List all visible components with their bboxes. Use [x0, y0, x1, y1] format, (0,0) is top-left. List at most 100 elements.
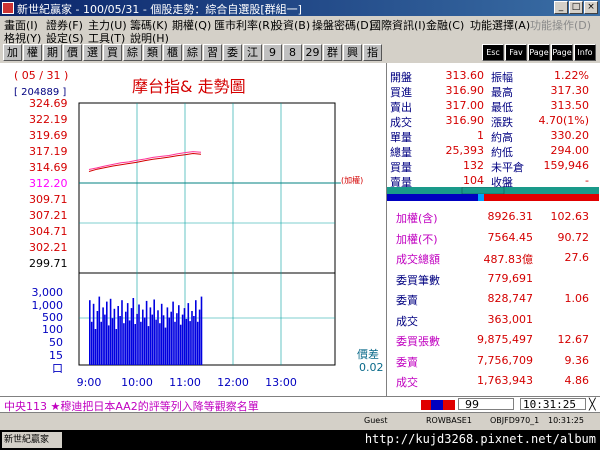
- quote-row: 買量 132 未平倉 159,946: [387, 159, 599, 174]
- volume-bar: [168, 317, 171, 365]
- board-cell: 90.72: [557, 230, 590, 244]
- quote-cell: 最高: [491, 86, 513, 99]
- toolbar-button[interactable]: 櫃: [163, 44, 182, 61]
- board-row: 成交 1,763,943 4.86: [387, 370, 599, 392]
- board-cell: 779,691: [487, 271, 534, 285]
- quote-cell: 約低: [491, 146, 513, 159]
- menu-item[interactable]: 投資(B): [272, 17, 310, 33]
- volume-bar: [115, 329, 118, 365]
- volume-bar: [149, 307, 152, 365]
- volume-bar: [117, 306, 119, 365]
- toolbar-button[interactable]: 9: [263, 44, 282, 61]
- volume-bar: [111, 318, 114, 365]
- y-tick-label: 319.69: [29, 129, 68, 142]
- toolbar-icon-button[interactable]: Esc: [482, 44, 504, 61]
- quote-cell: 313.60: [445, 69, 485, 82]
- volume-tick-label: 50: [49, 336, 63, 349]
- toolbar-button[interactable]: 29: [303, 44, 322, 61]
- quote-cell: 買進: [390, 86, 412, 99]
- menu-item[interactable]: 期權(Q): [172, 17, 211, 33]
- volume-tick-label: 3,000: [32, 286, 64, 299]
- board-cell: 487.83億: [483, 253, 534, 266]
- board-cell: 8926.31: [487, 210, 534, 223]
- menu-item[interactable]: 功能選擇(A): [470, 17, 530, 33]
- quote-cell: 132: [463, 159, 484, 172]
- toolbar-icon-button[interactable]: Page Up: [528, 44, 550, 72]
- y-tick-label: 322.19: [29, 113, 68, 126]
- toolbar-button[interactable]: 期: [43, 44, 62, 61]
- toolbar-button[interactable]: 興: [343, 44, 362, 61]
- menu-item[interactable]: 國際資訊(I): [370, 17, 426, 33]
- quote-row: 總量 25,393 約低 294.00: [387, 144, 599, 159]
- board-cell: 4.86: [564, 374, 590, 387]
- x-tick-label: 11:00: [169, 376, 201, 389]
- volume-bar: [166, 307, 169, 365]
- quote-cell: 買量: [390, 161, 412, 174]
- toolbar-button[interactable]: 江: [243, 44, 262, 61]
- menu-item[interactable]: 金融(C): [426, 17, 464, 33]
- quote-cell: 最低: [491, 101, 513, 114]
- quote-cell: 25,393: [445, 144, 485, 157]
- status-field: OBJFD970_1: [490, 416, 540, 425]
- menu-item[interactable]: 操盤密碼(D): [312, 17, 373, 33]
- toolbar-button[interactable]: 習: [203, 44, 222, 61]
- status-field: 10:31:25: [548, 416, 584, 425]
- toolbar-icon-button[interactable]: Page Dn: [551, 44, 573, 72]
- chart-panel: ( 05 / 31 ) [ 204889 ] 摩台指& 走勢圖 (加權) 價差 …: [0, 63, 386, 396]
- y-tick-label: 314.69: [29, 161, 68, 174]
- toolbar-icon-button[interactable]: Fav: [505, 44, 527, 61]
- ticker-close-icon[interactable]: ╳: [589, 398, 596, 411]
- ticker-code[interactable]: 99: [458, 398, 514, 411]
- quote-cell: 313.50: [550, 99, 590, 112]
- toolbar-button[interactable]: 買: [103, 44, 122, 61]
- close-button[interactable]: ×: [584, 1, 598, 14]
- board-cell: 9,875,497: [477, 333, 533, 346]
- volume-bar: [189, 321, 191, 365]
- volume-bar: [187, 303, 190, 365]
- toolbar-button[interactable]: 選: [83, 44, 102, 61]
- board-row: 委買張數 9,875,497 12.67: [387, 329, 599, 351]
- toolbar-button[interactable]: 權: [23, 44, 42, 61]
- volume-bar: [119, 316, 121, 365]
- toolbar-button[interactable]: 類: [143, 44, 162, 61]
- volume-bar: [157, 310, 159, 365]
- intraday-chart: 324.69 322.19 319.69 317.19 314.69 312.20 309.…: [29, 97, 341, 389]
- maximize-button[interactable]: □: [569, 1, 583, 14]
- minimize-button[interactable]: _: [554, 1, 568, 14]
- toolbar-button[interactable]: 群: [323, 44, 342, 61]
- toolbar-button[interactable]: 委: [223, 44, 242, 61]
- volume-bar: [138, 304, 140, 365]
- y-tick-label: 324.69: [29, 97, 68, 110]
- y-tick-label: 302.21: [29, 241, 68, 254]
- toolbar-button[interactable]: 價: [63, 44, 82, 61]
- quote-cell: -: [585, 174, 589, 187]
- toolbar-button[interactable]: 加: [3, 44, 22, 61]
- menu-bar: 畫面(I) 證券(F) 主力(U) 籌碼(K) 期權(Q) 匯市利率(R) 投資(B) 操盤密…: [0, 16, 600, 45]
- toolbar-button[interactable]: 綜: [123, 44, 142, 61]
- volume-bar: [142, 309, 144, 365]
- window-title: 新世紀贏家 - 100/05/31 - 個股走勢：綜合自選股[群組一]: [17, 3, 302, 16]
- board-cell: 102.63: [550, 210, 590, 223]
- taskbar-app-button[interactable]: 新世紀贏家: [2, 432, 62, 448]
- volume-bar: [98, 296, 101, 365]
- volume-bar: [200, 296, 203, 365]
- volume-bar: [159, 323, 161, 365]
- board-row: 加權(含) 8926.31 102.63: [387, 206, 599, 228]
- menu-item[interactable]: 匯市利率(R): [214, 17, 274, 33]
- volume-bar: [89, 300, 91, 365]
- quote-row: 買進 316.90 最高 317.30: [387, 84, 599, 99]
- quote-cell: 316.90: [445, 114, 485, 127]
- y-tick-label: 309.71: [29, 193, 68, 206]
- toolbar-button[interactable]: 指: [363, 44, 382, 61]
- toolbar-button[interactable]: 8: [283, 44, 302, 61]
- toolbar-button[interactable]: 綜: [183, 44, 202, 61]
- ticker-ratio-bar: [421, 400, 455, 410]
- quote-row: 單量 1 約高 330.20: [387, 129, 599, 144]
- quote-cell: 漲跌: [491, 116, 513, 129]
- quote-row: 開盤 313.60 振幅 1.22%: [387, 69, 599, 84]
- board-cell: 12.67: [557, 333, 590, 346]
- toolbar-icon-button[interactable]: Info: [574, 44, 596, 61]
- volume-bar: [130, 308, 133, 365]
- board-cell: 委買張數: [396, 335, 440, 348]
- menu-item[interactable]: 功能操作(D): [530, 17, 591, 33]
